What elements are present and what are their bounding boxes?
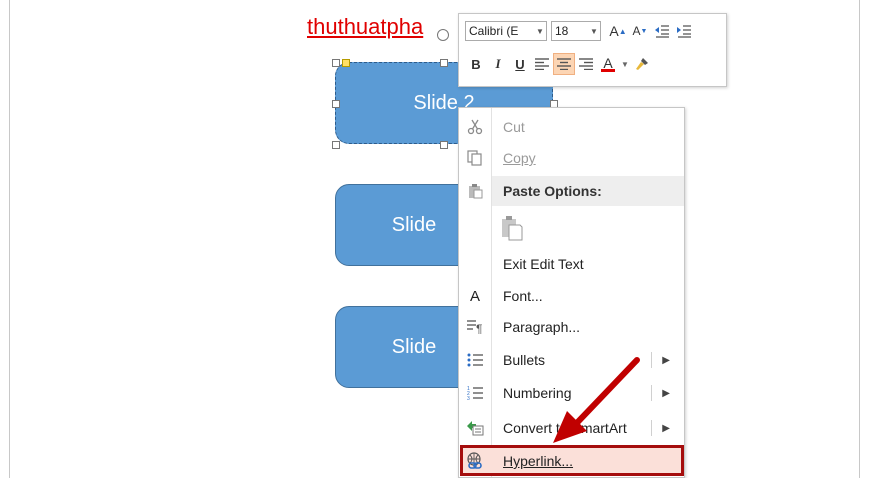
svg-text:¶: ¶ <box>476 322 482 334</box>
font-color-swatch <box>601 68 615 72</box>
menu-item-label: Copy <box>503 150 536 166</box>
menu-item-font[interactable]: A Font... <box>459 281 684 311</box>
align-center-icon <box>557 58 571 70</box>
resize-handle[interactable] <box>440 141 448 149</box>
slide-left-edge <box>9 0 10 478</box>
chevron-down-icon: ▼ <box>590 26 598 36</box>
mini-toolbar-row-font: Calibri (E ▼ 18 ▼ A ▲ A ▼ <box>465 20 695 42</box>
grow-font-button[interactable]: A ▲ <box>607 20 629 42</box>
font-color-dropdown[interactable]: ▼ <box>619 53 631 75</box>
increase-indent-icon <box>677 25 691 38</box>
submenu-arrow-icon[interactable]: ▶ <box>662 388 670 399</box>
decrease-indent-button[interactable] <box>651 20 673 42</box>
paste-options-row: Paste Options: <box>459 176 684 206</box>
font-name-combo[interactable]: Calibri (E ▼ <box>465 21 547 41</box>
title-text-box[interactable]: thuthuatpha <box>307 14 423 40</box>
italic-button[interactable]: I <box>487 53 509 75</box>
font-size-value: 18 <box>555 24 569 38</box>
slide-right-edge <box>859 0 860 478</box>
scissors-icon <box>459 112 491 142</box>
paste-keep-text-icon <box>501 215 523 244</box>
align-right-button[interactable] <box>575 53 597 75</box>
shape-label: Slide <box>391 213 437 236</box>
chevron-down-icon: ▼ <box>621 59 629 69</box>
shrink-font-button[interactable]: A ▼ <box>629 20 651 42</box>
underline-icon: U <box>515 56 525 72</box>
menu-item-paragraph[interactable]: ¶ Paragraph... <box>459 312 684 342</box>
submenu-separator <box>651 385 652 401</box>
paste-keep-text-only[interactable] <box>459 212 684 246</box>
mini-toolbar: Calibri (E ▼ 18 ▼ A ▲ A ▼ B I U A ▼ <box>458 13 727 87</box>
font-color-button[interactable]: A <box>597 53 619 75</box>
decrease-indent-icon <box>655 25 669 38</box>
submenu-separator <box>651 420 652 436</box>
numbering-icon: 123 <box>459 378 491 408</box>
submenu-arrow-icon[interactable]: ▶ <box>662 423 670 434</box>
format-painter-icon <box>636 58 648 70</box>
align-right-icon <box>579 58 593 70</box>
menu-item-label: Exit Edit Text <box>503 256 584 272</box>
hyperlink-icon <box>459 446 491 476</box>
copy-icon <box>459 143 491 173</box>
shape-label: Slide <box>391 335 437 358</box>
annotation-arrow-shaft <box>570 357 640 430</box>
font-icon: A <box>469 287 480 305</box>
smartart-icon <box>459 413 491 443</box>
chevron-down-icon: ▼ <box>536 26 544 36</box>
svg-text:3: 3 <box>467 396 470 400</box>
align-center-button[interactable] <box>553 53 575 75</box>
clipboard-icon <box>459 176 491 206</box>
mini-toolbar-row-format: B I U A ▼ <box>465 53 653 75</box>
resize-handle[interactable] <box>332 141 340 149</box>
adjust-handle[interactable] <box>342 59 350 67</box>
menu-item-label: Paragraph... <box>503 319 581 335</box>
font-size-combo[interactable]: 18 ▼ <box>551 21 601 41</box>
menu-item-label: Cut <box>503 119 525 135</box>
menu-item-label: Font... <box>503 288 543 304</box>
align-left-button[interactable] <box>531 53 553 75</box>
italic-icon: I <box>495 56 501 71</box>
annotation-arrow <box>553 357 640 443</box>
submenu-arrow-icon[interactable]: ▶ <box>662 355 670 366</box>
bold-icon: B <box>471 56 481 72</box>
rotation-handle[interactable] <box>437 29 449 41</box>
menu-item-exit-edit-text[interactable]: Exit Edit Text <box>459 249 684 279</box>
grow-font-icon: A <box>609 23 619 39</box>
resize-handle[interactable] <box>440 59 448 67</box>
resize-handle[interactable] <box>332 59 340 67</box>
menu-item-label: Bullets <box>503 352 546 368</box>
resize-handle[interactable] <box>332 100 340 108</box>
submenu-separator <box>651 352 652 368</box>
shrink-font-icon: A <box>632 24 641 38</box>
menu-header-label: Paste Options: <box>492 176 684 206</box>
increase-indent-button[interactable] <box>673 20 695 42</box>
menu-item-cut[interactable]: Cut <box>459 112 684 142</box>
format-painter-button[interactable] <box>631 53 653 75</box>
bold-button[interactable]: B <box>465 53 487 75</box>
menu-item-hyperlink[interactable]: Hyperlink... <box>459 446 684 476</box>
align-left-icon <box>535 58 549 70</box>
font-name-value: Calibri (E <box>469 24 519 38</box>
menu-item-label: Hyperlink... <box>503 453 574 469</box>
font-color-icon: A <box>603 54 613 71</box>
menu-item-copy[interactable]: Copy <box>459 143 684 173</box>
underline-button[interactable]: U <box>509 53 531 75</box>
bullets-icon <box>459 345 491 375</box>
paragraph-icon: ¶ <box>459 312 491 342</box>
